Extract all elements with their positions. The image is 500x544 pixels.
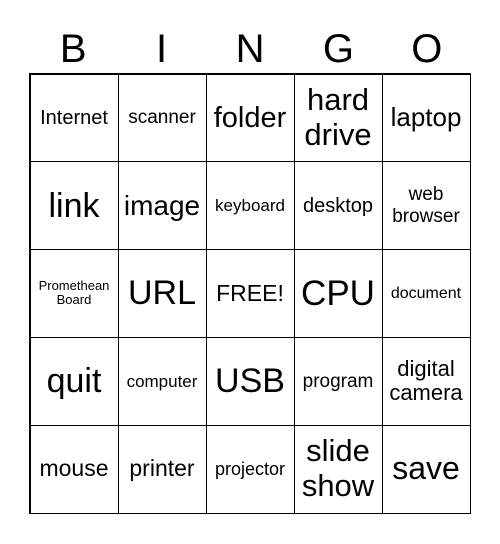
bingo-cell[interactable]: URL bbox=[117, 249, 207, 338]
bingo-cell[interactable]: scanner bbox=[117, 73, 207, 163]
bingo-cell[interactable]: mouse bbox=[29, 424, 119, 514]
bingo-cell[interactable]: folder bbox=[205, 73, 295, 163]
bingo-header: B I N G O bbox=[29, 26, 471, 72]
bingo-cell[interactable]: printer bbox=[117, 424, 207, 514]
bingo-cell[interactable]: link bbox=[29, 161, 119, 251]
bingo-cell[interactable]: projector bbox=[205, 424, 295, 514]
bingo-cell[interactable]: web browser bbox=[381, 161, 471, 251]
bingo-cell[interactable]: CPU bbox=[293, 249, 383, 338]
bingo-cell[interactable]: FREE! bbox=[205, 249, 295, 338]
header-letter-o: O bbox=[411, 27, 443, 71]
bingo-cell[interactable]: laptop bbox=[381, 73, 471, 163]
bingo-cell[interactable]: hard drive bbox=[293, 73, 383, 163]
bingo-cell[interactable]: quit bbox=[29, 336, 119, 426]
bingo-cell[interactable]: document bbox=[381, 249, 471, 338]
header-letter-b: B bbox=[59, 27, 87, 71]
bingo-cell[interactable]: digital camera bbox=[381, 336, 471, 426]
bingo-cell[interactable]: save bbox=[381, 424, 471, 514]
bingo-cell[interactable]: slide show bbox=[293, 424, 383, 514]
header-letter-i: I bbox=[156, 27, 168, 71]
bingo-cell[interactable]: Promethean Board bbox=[29, 249, 119, 338]
header-letter-g: G bbox=[322, 27, 354, 71]
bingo-grid: Internet scanner folder hard drive laptop lin… bbox=[29, 73, 471, 514]
bingo-cell[interactable]: USB bbox=[205, 336, 295, 426]
bingo-cell[interactable]: computer bbox=[117, 336, 207, 426]
bingo-cell[interactable]: image bbox=[117, 161, 207, 251]
header-letter-n: N bbox=[235, 27, 265, 71]
bingo-cell[interactable]: Internet bbox=[29, 73, 119, 163]
bingo-cell[interactable]: desktop bbox=[293, 161, 383, 251]
bingo-cell[interactable]: keyboard bbox=[205, 161, 295, 251]
bingo-cell[interactable]: program bbox=[293, 336, 383, 426]
